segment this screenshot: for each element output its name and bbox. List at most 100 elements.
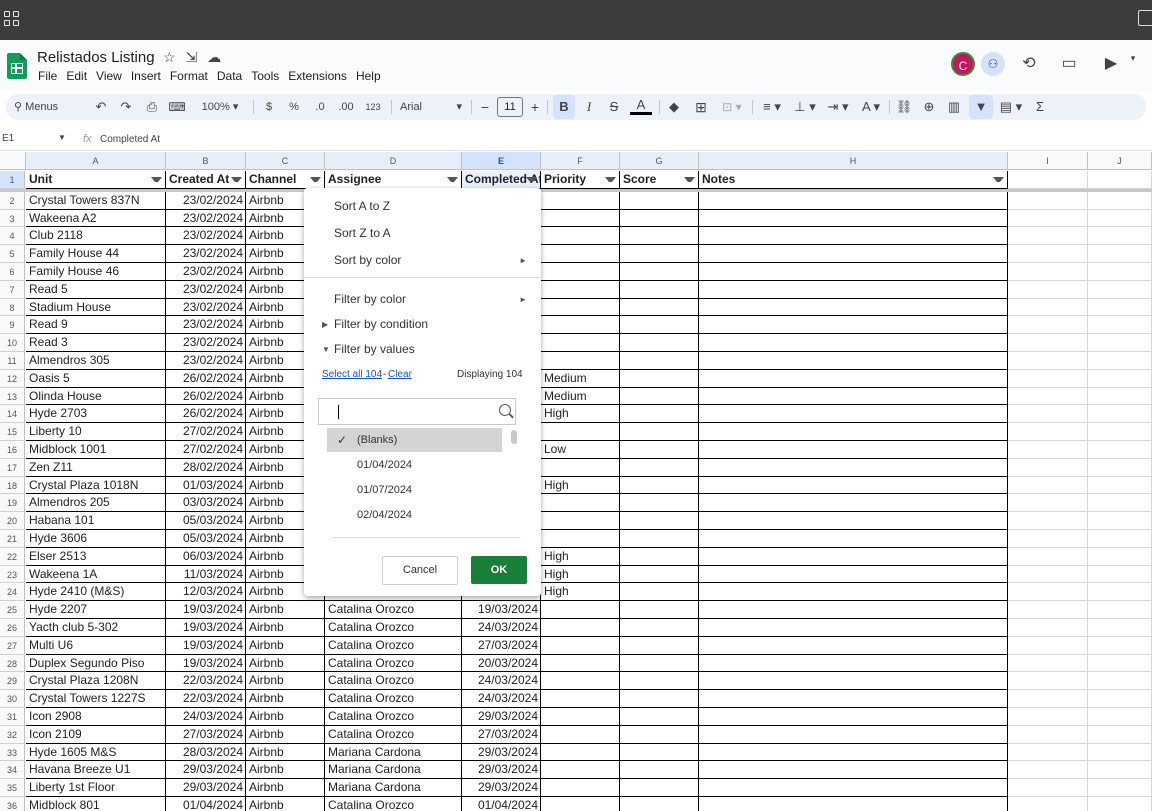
empty-cell[interactable] (699, 797, 1008, 811)
cell-created[interactable]: 19/03/2024 (166, 619, 246, 637)
cell-completed[interactable]: 01/04/2024 (462, 797, 541, 811)
cell-unit[interactable]: Family House 44 (26, 245, 166, 263)
cell-created[interactable]: 27/02/2024 (166, 423, 246, 441)
empty-cell[interactable] (1008, 280, 1088, 299)
empty-cell[interactable] (1088, 761, 1152, 780)
cloud-status-icon[interactable]: ☁ (207, 49, 221, 66)
spreadsheet-grid[interactable]: A B C D E F G H I J 1 Unit Created At Channel Assignee… (0, 152, 1152, 811)
cell-priority[interactable] (541, 458, 620, 477)
cell-priority[interactable] (541, 316, 620, 335)
cell-created[interactable]: 01/04/2024 (166, 797, 246, 811)
row-header[interactable]: 30 (0, 690, 25, 708)
cell-created[interactable]: 23/02/2024 (166, 316, 246, 335)
row-header[interactable]: 5 (0, 245, 25, 263)
empty-cell[interactable] (620, 405, 699, 424)
column-header-a[interactable]: A (26, 152, 166, 170)
empty-cell[interactable] (620, 654, 699, 673)
empty-cell[interactable] (1088, 779, 1152, 797)
empty-cell[interactable] (1088, 654, 1152, 673)
row-header[interactable]: 8 (0, 298, 25, 317)
cell-assignee[interactable]: Catalina Orozco (325, 690, 462, 708)
cell-created[interactable]: 22/03/2024 (166, 690, 246, 708)
cell-assignee[interactable]: Catalina Orozco (325, 797, 462, 811)
empty-cell[interactable] (1088, 636, 1152, 655)
merge-cells-icon[interactable]: ⊡ ▾ (718, 95, 746, 119)
menu-help[interactable]: Help (356, 69, 381, 83)
cell-completed[interactable]: 27/03/2024 (462, 725, 541, 744)
empty-cell[interactable] (1008, 405, 1088, 424)
cell-created[interactable]: 26/02/2024 (166, 369, 246, 388)
empty-cell[interactable] (699, 725, 1008, 744)
empty-cell[interactable] (1088, 619, 1152, 637)
cell-created[interactable]: 12/03/2024 (166, 583, 246, 602)
row-header[interactable]: 14 (0, 405, 25, 424)
cell-unit[interactable]: Read 9 (26, 316, 166, 335)
cell-priority[interactable] (541, 191, 620, 210)
empty-cell[interactable] (1008, 512, 1088, 530)
empty-cell[interactable] (620, 494, 699, 513)
cell-assignee[interactable]: Catalina Orozco (325, 725, 462, 744)
cell-assignee[interactable]: Catalina Orozco (325, 654, 462, 673)
menu-edit[interactable]: Edit (66, 69, 87, 83)
cell-created[interactable]: 01/03/2024 (166, 476, 246, 495)
cell-priority[interactable] (541, 494, 620, 513)
row-header[interactable]: 27 (0, 636, 25, 655)
cell-assignee[interactable]: Catalina Orozco (325, 708, 462, 726)
cell-unit[interactable]: Crystal Towers 1227S (26, 690, 166, 708)
row-header[interactable]: 9 (0, 316, 25, 335)
empty-cell[interactable] (620, 672, 699, 691)
apps-grid-icon[interactable] (4, 11, 19, 26)
history-icon[interactable]: ⟲ (1018, 53, 1040, 73)
empty-cell[interactable] (620, 191, 699, 210)
cell-created[interactable]: 27/03/2024 (166, 725, 246, 744)
cell-completed[interactable]: 24/03/2024 (462, 619, 541, 637)
cell-unit[interactable]: Wakeena 1A (26, 565, 166, 584)
row-header[interactable]: 4 (0, 227, 25, 246)
empty-cell[interactable] (1088, 725, 1152, 744)
cell-priority[interactable] (541, 530, 620, 548)
cell-unit[interactable]: Hyde 1605 M&S (26, 743, 166, 762)
cell-created[interactable]: 23/02/2024 (166, 352, 246, 370)
empty-cell[interactable] (1008, 316, 1088, 335)
empty-cell[interactable] (1088, 191, 1152, 210)
window-icon[interactable] (1138, 10, 1152, 26)
empty-cell[interactable] (620, 369, 699, 388)
number-format[interactable]: 123 (362, 95, 384, 119)
empty-cell[interactable] (1088, 316, 1152, 335)
menu-tools[interactable]: Tools (251, 69, 279, 83)
cell-unit[interactable]: Read 5 (26, 280, 166, 299)
empty-cell[interactable] (620, 316, 699, 335)
empty-cell[interactable] (1088, 423, 1152, 441)
empty-cell[interactable] (1008, 171, 1088, 189)
cell-assignee[interactable]: Mariana Cardona (325, 743, 462, 762)
cell-unit[interactable]: Oasis 5 (26, 369, 166, 388)
ok-button[interactable]: OK (471, 556, 527, 584)
italic-button[interactable]: I (580, 95, 598, 119)
menu-file[interactable]: File (38, 69, 57, 83)
empty-cell[interactable] (1008, 725, 1088, 744)
menu-extensions[interactable]: Extensions (288, 69, 347, 83)
cell-unit[interactable]: Midblock 801 (26, 797, 166, 811)
row-header[interactable]: 23 (0, 565, 25, 584)
empty-cell[interactable] (699, 458, 1008, 477)
header-cell[interactable]: Notes (699, 171, 1008, 189)
cell-priority[interactable]: High (541, 476, 620, 495)
empty-cell[interactable] (1088, 458, 1152, 477)
empty-cell[interactable] (1008, 387, 1088, 406)
empty-cell[interactable] (699, 654, 1008, 673)
empty-cell[interactable] (1008, 547, 1088, 566)
empty-cell[interactable] (699, 387, 1008, 406)
filter-search-input[interactable] (318, 398, 516, 425)
empty-cell[interactable] (620, 441, 699, 459)
filter-dropdown-icon[interactable] (151, 175, 162, 186)
empty-cell[interactable] (620, 601, 699, 619)
cell-priority[interactable] (541, 263, 620, 281)
column-header-c[interactable]: C (246, 152, 325, 170)
fill-color-icon[interactable]: ◆ (665, 95, 683, 119)
cell-unit[interactable]: Club 2118 (26, 227, 166, 246)
cell-created[interactable]: 19/03/2024 (166, 654, 246, 673)
cell-channel[interactable]: Airbnb (246, 619, 325, 637)
paint-format-icon[interactable]: ⌨ (168, 95, 186, 119)
cell-priority[interactable]: Medium (541, 387, 620, 406)
select-all-corner[interactable] (0, 152, 26, 170)
